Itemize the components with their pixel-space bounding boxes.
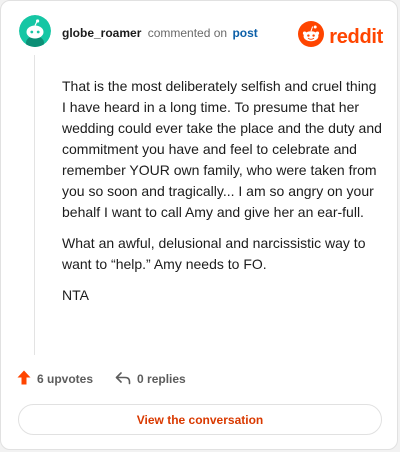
reddit-logo[interactable]: reddit	[298, 21, 383, 52]
thread-line	[34, 55, 35, 355]
replies-stat[interactable]: 0 replies	[115, 371, 186, 388]
snoo-avatar-icon[interactable]	[19, 15, 51, 47]
replies-label: 0 replies	[137, 372, 186, 386]
view-conversation-button[interactable]: View the conversation	[18, 404, 382, 435]
reddit-snoo-icon	[298, 21, 325, 52]
comment-action-text: commented on	[147, 26, 228, 40]
reddit-wordmark: reddit	[329, 25, 383, 48]
upvote-arrow-icon	[17, 370, 31, 388]
comment-header: globe_roamer commented on post	[62, 25, 258, 41]
username[interactable]: globe_roamer	[62, 26, 141, 40]
upvotes-stat[interactable]: 6 upvotes	[17, 370, 93, 388]
comment-embed-card: globe_roamer commented on post reddit Th…	[0, 0, 398, 450]
comment-paragraph: What an awful, delusional and narcissist…	[62, 235, 366, 272]
comment-paragraph: That is the most deliberately selfish an…	[62, 78, 382, 220]
post-link[interactable]: post	[232, 26, 257, 40]
comment-paragraph: NTA	[62, 287, 89, 303]
comment-body: That is the most deliberately selfish an…	[62, 76, 384, 316]
reply-arrow-icon	[115, 371, 131, 388]
comment-footer: 6 upvotes 0 replies	[17, 370, 186, 388]
upvotes-label: 6 upvotes	[37, 372, 94, 386]
